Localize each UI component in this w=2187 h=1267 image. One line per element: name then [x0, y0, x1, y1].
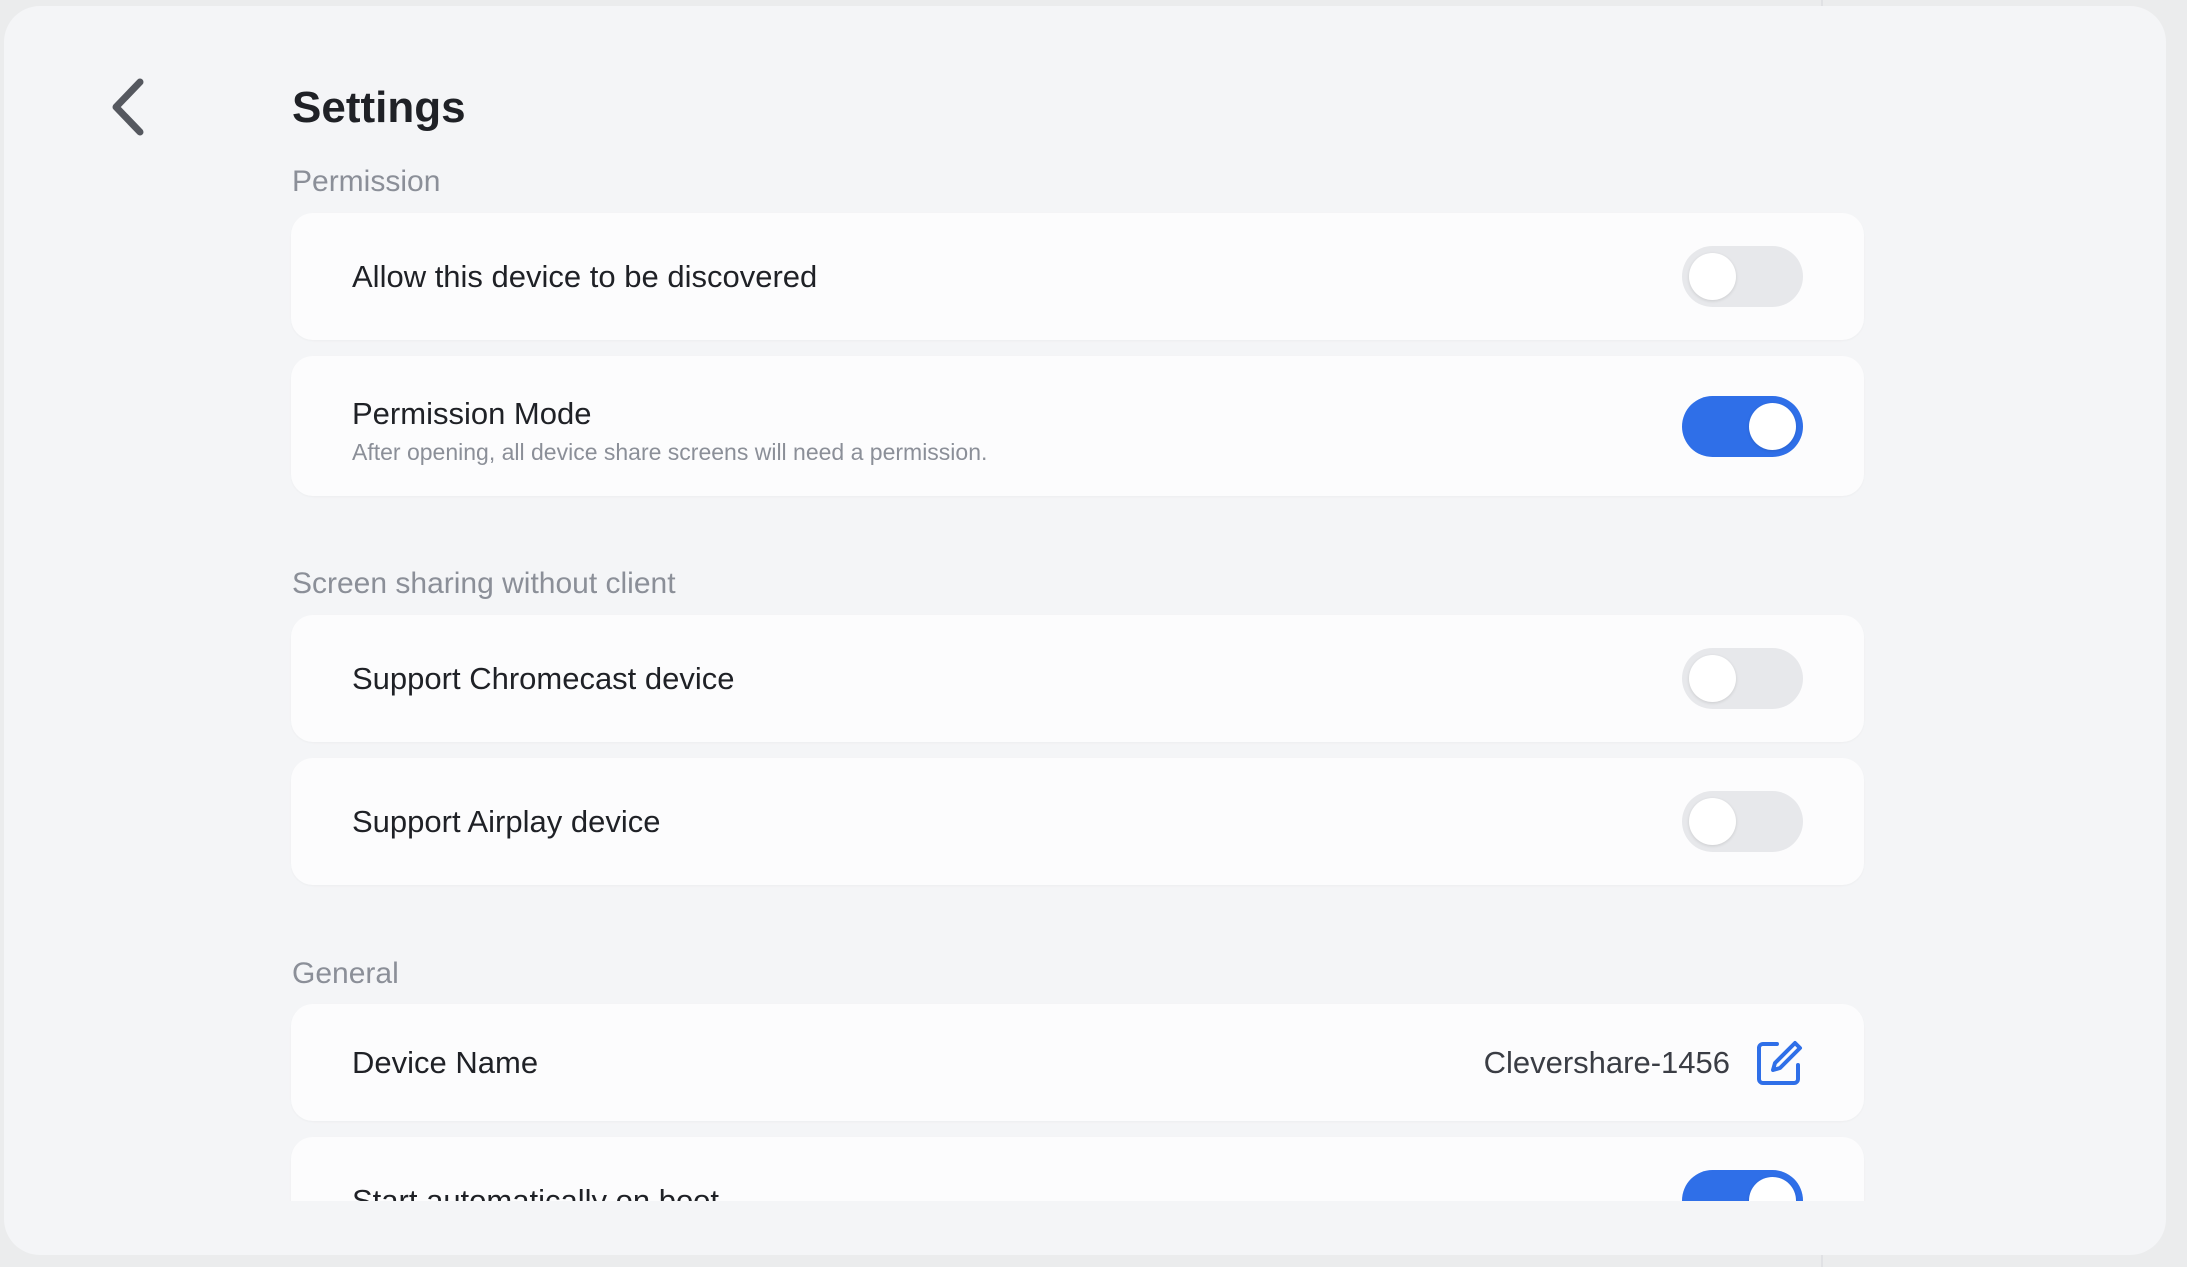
toggle-knob	[1749, 403, 1796, 450]
setting-label: Start automatically on boot	[352, 1183, 720, 1201]
setting-row-airplay: Support Airplay device	[291, 758, 1864, 885]
chevron-left-icon	[112, 78, 144, 136]
settings-window: Settings Permission Allow this device to…	[4, 6, 2166, 1255]
toggle-knob	[1689, 655, 1736, 702]
discoverable-toggle[interactable]	[1682, 246, 1803, 307]
setting-row-device-name: Device Name Clevershare-1456	[291, 1004, 1864, 1121]
back-button[interactable]	[99, 72, 159, 142]
airplay-toggle[interactable]	[1682, 791, 1803, 852]
permission-mode-toggle[interactable]	[1682, 396, 1803, 457]
edit-icon-glyph	[1757, 1041, 1802, 1085]
settings-scroll-area[interactable]: Settings Permission Allow this device to…	[4, 6, 2166, 1201]
edit-icon[interactable]	[1755, 1039, 1803, 1087]
section-label-permission: Permission	[292, 165, 441, 198]
toggle-knob	[1689, 798, 1736, 845]
section-label-general: General	[292, 957, 399, 990]
setting-label: Allow this device to be discovered	[352, 259, 818, 294]
setting-label: Device Name	[352, 1045, 539, 1080]
setting-label: Support Airplay device	[352, 804, 661, 839]
toggle-knob	[1749, 1177, 1796, 1201]
toggle-knob	[1689, 253, 1736, 300]
setting-description: After opening, all device share screens …	[352, 439, 988, 465]
setting-row-discoverable: Allow this device to be discovered	[291, 213, 1864, 340]
device-name-value: Clevershare-1456	[1483, 1045, 1730, 1080]
auto-start-toggle[interactable]	[1682, 1170, 1803, 1201]
setting-row-auto-start: Start automatically on boot	[291, 1137, 1864, 1201]
section-label-screen-sharing: Screen sharing without client	[292, 567, 676, 600]
setting-label: Permission Mode	[352, 396, 592, 431]
setting-row-permission-mode: Permission Mode After opening, all devic…	[291, 356, 1864, 496]
setting-row-chromecast: Support Chromecast device	[291, 615, 1864, 742]
chromecast-toggle[interactable]	[1682, 648, 1803, 709]
page-title: Settings	[292, 83, 466, 132]
setting-label: Support Chromecast device	[352, 661, 735, 696]
